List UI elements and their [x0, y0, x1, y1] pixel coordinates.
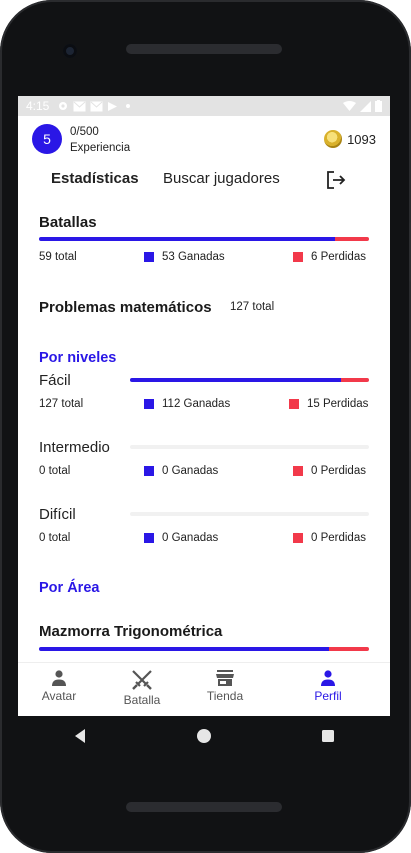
battles-total: 59 total: [39, 251, 77, 263]
level-easy-name: Fácil: [39, 372, 71, 389]
profile-tabs: Estadísticas Buscar jugadores: [18, 158, 390, 206]
coin-count: 1093: [347, 131, 376, 147]
battles-lost-label: 6 Perdidas: [311, 251, 366, 263]
math-problems-total: 127 total: [230, 301, 275, 313]
notification-dot: [126, 104, 131, 108]
dungeon-title: Mazmorra Trigonométrica: [39, 623, 223, 640]
nav-shop[interactable]: Tienda: [185, 663, 265, 716]
logout-icon[interactable]: [325, 169, 347, 191]
status-bar: 4:15: [18, 96, 390, 116]
level-easy-won-label: 112 Ganadas: [162, 398, 231, 410]
level-medium-lost-label: 0 Perdidas: [311, 465, 366, 477]
battles-bar: [39, 237, 369, 241]
signal-icon: [360, 100, 371, 112]
dungeon-win-fill: [39, 647, 330, 651]
area-heading: Por Área: [39, 580, 100, 596]
battles-won-label: 53 Ganadas: [162, 251, 225, 263]
nav-profile-label: Perfil: [314, 689, 342, 703]
back-icon[interactable]: [72, 728, 88, 744]
battles-title: Batallas: [39, 214, 97, 231]
battles-lose-fill: [335, 237, 369, 241]
lost-swatch: [289, 399, 299, 409]
tab-statistics[interactable]: Estadísticas: [51, 170, 139, 187]
level-easy-win-fill: [130, 378, 341, 382]
battles-won: 53 Ganadas: [144, 251, 225, 263]
level-hard-name: Difícil: [39, 506, 76, 523]
level-badge: 5: [32, 124, 62, 154]
play-status-icon: [108, 101, 118, 111]
math-problems-title: Problemas matemáticos: [39, 299, 212, 316]
battles-win-fill: [39, 237, 336, 241]
front-camera: [63, 44, 77, 58]
experience-label: Experiencia: [70, 142, 131, 154]
lost-swatch: [293, 466, 303, 476]
system-navigation-bar: [18, 716, 390, 756]
level-hard-total: 0 total: [39, 532, 71, 544]
level-hard-lost: 0 Perdidas: [293, 532, 366, 544]
level-medium-total: 0 total: [39, 465, 71, 477]
lost-swatch: [293, 252, 303, 262]
dungeon-bar: [39, 647, 369, 651]
level-hard-lost-label: 0 Perdidas: [311, 532, 366, 544]
won-swatch: [144, 252, 154, 262]
levels-heading: Por niveles: [39, 350, 117, 366]
bottom-navigation: Avatar Batalla Tienda Perfil: [18, 662, 390, 716]
dungeon-lose-fill: [329, 647, 369, 651]
nav-shop-label: Tienda: [206, 689, 244, 703]
store-icon: [216, 670, 234, 686]
level-medium-lost: 0 Perdidas: [293, 465, 366, 477]
nav-avatar[interactable]: Avatar: [19, 663, 99, 716]
nav-battle[interactable]: Batalla: [102, 663, 182, 716]
level-medium-won: 0 Ganadas: [144, 465, 218, 477]
crossed-swords-icon: [132, 670, 152, 690]
recents-icon[interactable]: [320, 728, 336, 744]
level-hard-won: 0 Ganadas: [144, 532, 218, 544]
level-hard-won-label: 0 Ganadas: [162, 532, 219, 544]
app-screen: 4:15 5 0/500 Experiencia 1093 Estadístic…: [18, 96, 390, 716]
won-swatch: [144, 466, 154, 476]
battery-icon: [375, 100, 382, 112]
home-icon[interactable]: [196, 728, 212, 744]
level-easy-total: 127 total: [39, 398, 84, 410]
bottom-speaker: [126, 802, 282, 812]
lost-swatch: [293, 533, 303, 543]
level-medium-won-label: 0 Ganadas: [162, 465, 219, 477]
level-easy-won: 112 Ganadas: [144, 398, 230, 410]
level-medium-bar: [130, 445, 369, 449]
experience-value: 0/500: [70, 126, 99, 138]
nav-profile[interactable]: Perfil: [288, 663, 368, 716]
battles-lost: 6 Perdidas: [293, 251, 366, 263]
level-easy-lost-label: 15 Perdidas: [307, 398, 369, 410]
wifi-icon: [343, 100, 356, 111]
experience-info: 0/500 Experiencia: [70, 124, 130, 156]
phone-frame: 4:15 5 0/500 Experiencia 1093 Estadístic…: [0, 0, 411, 853]
coin-balance: 1093: [324, 130, 376, 148]
profile-icon: [321, 670, 335, 686]
coin-icon: [324, 130, 343, 148]
nav-avatar-label: Avatar: [41, 689, 77, 703]
level-easy-bar: [130, 378, 369, 382]
nav-battle-label: Batalla: [123, 693, 161, 707]
won-swatch: [144, 399, 154, 409]
mail-status-icon: [90, 101, 103, 111]
level-medium-name: Intermedio: [39, 439, 110, 456]
person-icon: [52, 670, 66, 686]
profile-header: 5 0/500 Experiencia 1093: [18, 116, 390, 158]
earpiece-speaker: [126, 44, 282, 54]
mail-status-icon: [73, 101, 86, 111]
settings-status-icon: [59, 102, 68, 110]
tab-search-players[interactable]: Buscar jugadores: [163, 170, 280, 187]
status-time: 4:15: [26, 99, 50, 113]
won-swatch: [144, 533, 154, 543]
level-easy-lost: 15 Perdidas: [289, 398, 368, 410]
level-easy-lose-fill: [340, 378, 369, 382]
level-hard-bar: [130, 512, 369, 516]
